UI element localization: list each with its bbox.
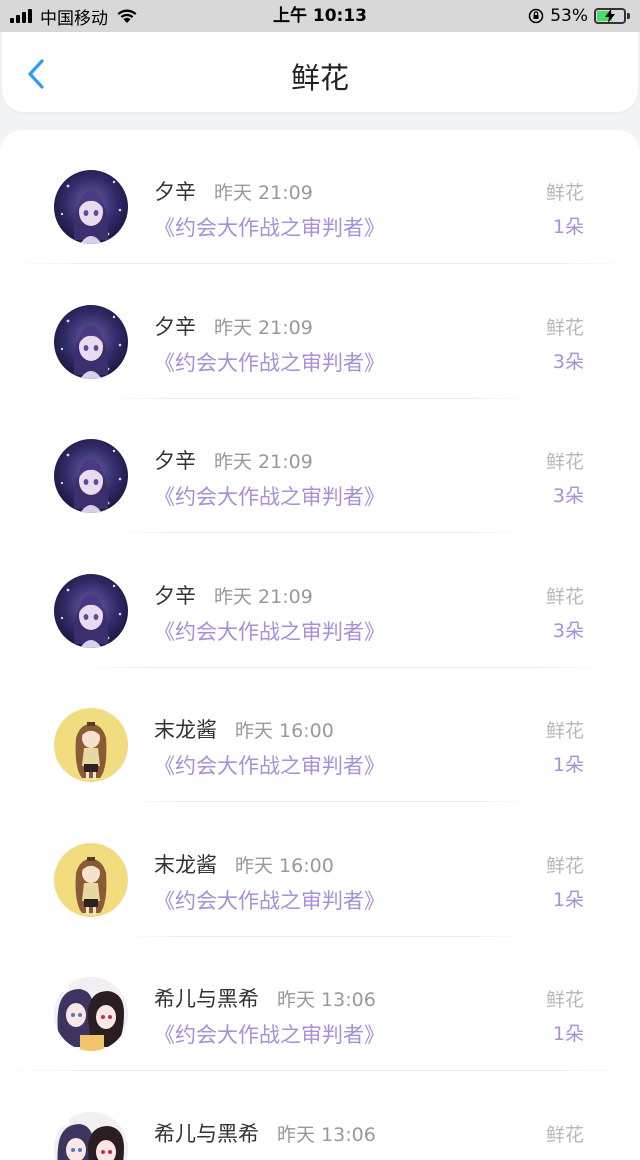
gift-type: 鲜花 — [546, 582, 584, 609]
avatar[interactable] — [54, 843, 128, 917]
work-title[interactable]: 《约会大作战之审判者》 — [154, 750, 385, 780]
gift-type: 鲜花 — [546, 851, 584, 878]
gift-time: 昨天 13:06 — [277, 1124, 376, 1146]
gift-count: 3朵 — [553, 481, 584, 508]
user-name-text[interactable]: 末龙酱 — [154, 718, 217, 742]
status-right: 53% — [528, 0, 630, 32]
gift-type: 鲜花 — [546, 178, 584, 205]
gift-time: 昨天 16:00 — [235, 855, 334, 877]
user-name-text[interactable]: 夕辛 — [154, 449, 196, 473]
avatar[interactable] — [54, 305, 128, 379]
user-name: 夕辛昨天 21:09 — [154, 176, 313, 206]
list-item[interactable]: 末龙酱昨天 16:00 《约会大作战之审判者》 鲜花 1朵 — [0, 668, 640, 802]
gift-type: 鲜花 — [546, 985, 584, 1012]
gift-count: 3朵 — [553, 616, 584, 643]
gift-time: 昨天 21:09 — [214, 317, 313, 339]
work-title[interactable]: 《约会大作战之审判者》 — [154, 347, 385, 377]
avatar[interactable] — [54, 708, 128, 782]
nav-header: 鲜花 — [2, 32, 638, 112]
gift-time: 昨天 13:06 — [277, 989, 376, 1011]
list-item[interactable]: 希儿与黑希昨天 13:06 《约会大作战之审判者》 鲜花 1朵 — [0, 937, 640, 1071]
gift-count: 3朵 — [553, 347, 584, 374]
gift-type: 鲜花 — [546, 716, 584, 743]
rotation-lock-icon — [528, 8, 544, 24]
user-name: 末龙酱昨天 16:00 — [154, 714, 334, 744]
work-title[interactable]: 《约会大作战之审判者》 — [154, 616, 385, 646]
work-title[interactable]: 《约会大作战之审判者》 — [154, 212, 385, 242]
avatar[interactable] — [54, 1112, 128, 1160]
user-name: 希儿与黑希昨天 13:06 — [154, 1118, 376, 1148]
work-title[interactable]: 《约会大作战之审判者》 — [154, 885, 385, 915]
user-name-text[interactable]: 希儿与黑希 — [154, 987, 259, 1011]
gift-type: 鲜花 — [546, 447, 584, 474]
avatar[interactable] — [54, 977, 128, 1051]
gift-record-list: 夕辛昨天 21:09《约会大作战之审判者》鲜花1朵夕辛昨天 21:09《约会大作… — [0, 130, 640, 1160]
list-item[interactable]: 夕辛昨天 21:09 《约会大作战之审判者》 鲜花 1朵 — [0, 130, 640, 264]
status-bar: 中国移动 上午 10:13 53% — [0, 0, 640, 32]
user-name: 夕辛昨天 21:09 — [154, 445, 313, 475]
battery-tip — [627, 13, 630, 19]
gift-time: 昨天 21:09 — [214, 451, 313, 473]
gift-time: 昨天 21:09 — [214, 182, 313, 204]
avatar[interactable] — [54, 170, 128, 244]
user-name-text[interactable]: 夕辛 — [154, 315, 196, 339]
list-item[interactable]: 夕辛昨天 21:09 《约会大作战之审判者》 鲜花 3朵 — [0, 399, 640, 533]
page-title: 鲜花 — [2, 32, 638, 112]
gift-count: 1朵 — [553, 885, 584, 912]
gift-time: 昨天 21:09 — [214, 586, 313, 608]
user-name-text[interactable]: 夕辛 — [154, 180, 196, 204]
user-name-text[interactable]: 夕辛 — [154, 584, 196, 608]
user-name: 末龙酱昨天 16:00 — [154, 849, 334, 879]
work-title[interactable]: 《约会大作战之审判者》 — [154, 481, 385, 511]
gift-time: 昨天 16:00 — [235, 720, 334, 742]
gift-count: 1朵 — [553, 212, 584, 239]
work-title[interactable]: 《约会大作战之审判者》 — [154, 1019, 385, 1049]
user-name: 希儿与黑希昨天 13:06 — [154, 983, 376, 1013]
user-name-text[interactable]: 末龙酱 — [154, 853, 217, 877]
list-item[interactable]: 末龙酱昨天 16:00 《约会大作战之审判者》 鲜花 1朵 — [0, 803, 640, 937]
gift-count: 1朵 — [553, 1019, 584, 1046]
avatar[interactable] — [54, 439, 128, 513]
list-item[interactable]: 希儿与黑希昨天 13:06 鲜花 — [0, 1072, 640, 1160]
battery-percent: 53% — [550, 6, 588, 26]
list-item[interactable]: 夕辛昨天 21:09 《约会大作战之审判者》 鲜花 3朵 — [0, 534, 640, 668]
list-item[interactable]: 夕辛昨天 21:09 《约会大作战之审判者》 鲜花 3朵 — [0, 265, 640, 399]
gift-count: 1朵 — [553, 750, 584, 777]
avatar[interactable] — [54, 574, 128, 648]
user-name: 夕辛昨天 21:09 — [154, 311, 313, 341]
user-name: 夕辛昨天 21:09 — [154, 580, 313, 610]
battery-icon — [594, 8, 626, 24]
gift-type: 鲜花 — [546, 313, 584, 340]
gift-type: 鲜花 — [546, 1120, 584, 1147]
user-name-text[interactable]: 希儿与黑希 — [154, 1122, 259, 1146]
